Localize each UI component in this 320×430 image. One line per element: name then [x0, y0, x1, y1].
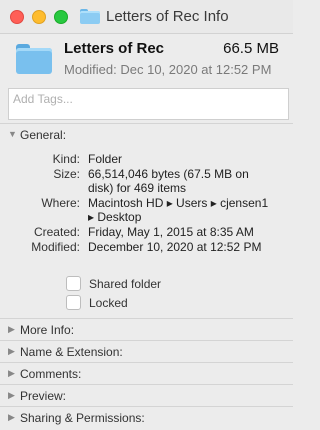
- section-name-extension[interactable]: ▶ Name & Extension:: [0, 340, 293, 363]
- modified-value: December 10, 2020 at 12:52 PM: [88, 240, 262, 254]
- zoom-button[interactable]: [54, 10, 68, 24]
- minimize-button[interactable]: [32, 10, 46, 24]
- folder-icon: [16, 44, 52, 74]
- section-label: More Info:: [20, 323, 75, 337]
- folder-icon: [80, 9, 100, 24]
- size-label: Size:: [53, 167, 80, 181]
- section-more-info[interactable]: ▶ More Info:: [0, 318, 293, 341]
- where-value-line1: Macintosh HD ▸ Users ▸ cjensen1: [88, 196, 269, 210]
- disclosure-triangle-right-icon[interactable]: ▶: [8, 390, 15, 401]
- section-preview[interactable]: ▶ Preview:: [0, 384, 293, 407]
- disclosure-triangle-right-icon[interactable]: ▶: [8, 346, 15, 357]
- created-value: Friday, May 1, 2015 at 8:35 AM: [88, 225, 254, 239]
- disclosure-triangle-right-icon[interactable]: ▶: [8, 412, 15, 423]
- window-title: Letters of Rec Info: [106, 8, 229, 25]
- size-value-line2: disk) for 469 items: [88, 181, 187, 195]
- disclosure-triangle-down-icon[interactable]: ▼: [8, 129, 17, 139]
- kind-label: Kind:: [52, 152, 80, 166]
- shared-folder-checkbox[interactable]: [66, 276, 81, 291]
- where-label: Where:: [41, 196, 80, 210]
- shared-folder-label: Shared folder: [89, 276, 162, 291]
- section-comments[interactable]: ▶ Comments:: [0, 362, 293, 385]
- item-name: Letters of Rec: [64, 40, 165, 57]
- tags-input[interactable]: [13, 92, 273, 106]
- created-label: Created:: [33, 225, 80, 239]
- info-header: Letters of Rec 66.5 MB Modified: Dec 10,…: [0, 34, 293, 86]
- where-value-line2: ▸ Desktop: [88, 210, 142, 224]
- item-size: 66.5 MB: [223, 40, 279, 57]
- section-label: General:: [20, 128, 67, 142]
- window-controls: [10, 10, 68, 24]
- section-label: Preview:: [20, 389, 67, 403]
- section-sharing-permissions[interactable]: ▶ Sharing & Permissions:: [0, 406, 293, 429]
- shared-folder-option[interactable]: Shared folder: [66, 276, 161, 291]
- title-bar: Letters of Rec Info: [0, 0, 293, 34]
- window-title-group: Letters of Rec Info: [80, 8, 229, 25]
- section-label: Comments:: [20, 367, 82, 381]
- section-label: Name & Extension:: [20, 345, 123, 359]
- locked-checkbox[interactable]: [66, 295, 81, 310]
- close-button[interactable]: [10, 10, 24, 24]
- section-general[interactable]: ▼ General:: [0, 123, 293, 146]
- size-value-line1: 66,514,046 bytes (67.5 MB on: [88, 167, 249, 181]
- kind-value: Folder: [88, 152, 123, 166]
- item-modified: Modified: Dec 10, 2020 at 12:52 PM: [64, 62, 272, 77]
- section-label: Sharing & Permissions:: [20, 411, 145, 425]
- locked-option[interactable]: Locked: [66, 295, 128, 310]
- disclosure-triangle-right-icon[interactable]: ▶: [8, 368, 15, 379]
- disclosure-triangle-right-icon[interactable]: ▶: [8, 324, 15, 335]
- modified-label: Modified:: [31, 240, 80, 254]
- tags-field[interactable]: [8, 88, 289, 120]
- locked-label: Locked: [89, 295, 128, 310]
